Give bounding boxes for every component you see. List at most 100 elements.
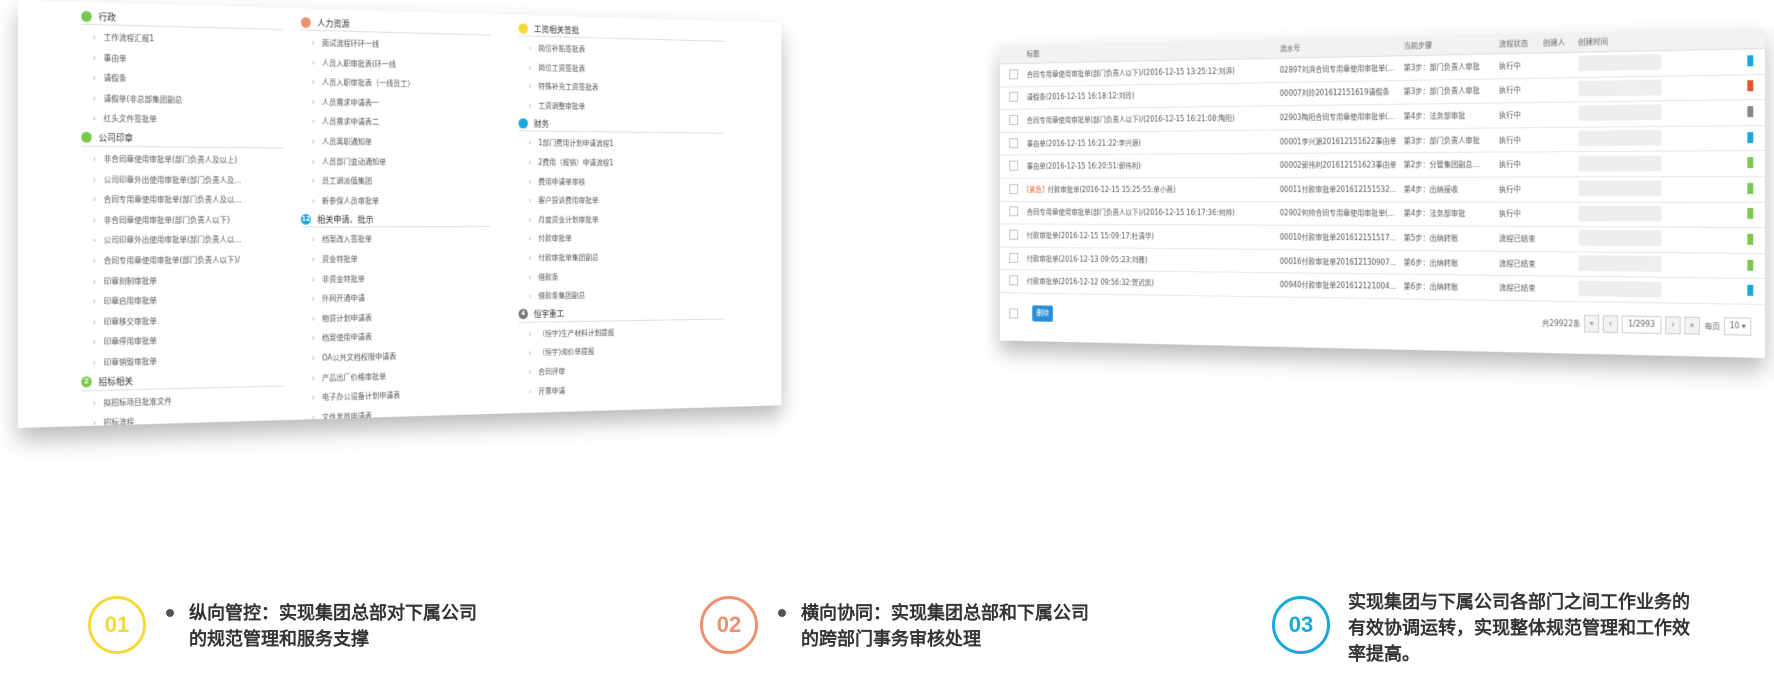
menu-item[interactable]: › 非合同章使用审批单(部门负责人及以上): [81, 150, 283, 172]
menu-item[interactable]: › 借款条: [519, 267, 725, 288]
row-creator-cell: [1539, 276, 1575, 302]
row-checkbox[interactable]: [1009, 160, 1019, 171]
menu-group-header[interactable]: 公司印章: [81, 129, 283, 149]
menu-item[interactable]: › 档案改入签批单: [301, 230, 490, 250]
menu-item-label: 借款条集团副总: [538, 291, 586, 301]
row-title-cell[interactable]: 付款审批单(2016-12-12 09:56:32:贺迟凯): [1023, 270, 1277, 297]
last-page-button[interactable]: »: [1684, 316, 1700, 335]
row-flag-cell: [1743, 48, 1765, 75]
menu-group-header[interactable]: 4 恒宇重工: [518, 303, 725, 323]
menu-item-label: 非合同章使用审批单(部门负责人以下): [103, 215, 230, 225]
menu-item[interactable]: › 2费用（报销）申请流程1: [519, 153, 725, 173]
menu-item[interactable]: › 外网开通申请: [301, 288, 490, 310]
row-step-cell: 第5步：出纳转账: [1400, 225, 1496, 251]
menu-item[interactable]: › 合同专用章使用审批单(部门负责人以下)/: [81, 251, 283, 272]
per-page-label: 每页: [1704, 321, 1721, 331]
chevron-right-icon: ›: [311, 58, 315, 67]
menu-item[interactable]: › 印章启用审批单: [81, 290, 283, 313]
row-checkbox[interactable]: [1009, 206, 1019, 217]
menu-item[interactable]: › 客户投诉费用审批单: [519, 192, 725, 211]
menu-item[interactable]: › 付款审批单集团副总: [519, 248, 725, 268]
row-title-cell[interactable]: 付款审批单(2016-12-15 15:09:17:杜清华): [1023, 224, 1277, 250]
menu-item[interactable]: › 费用申请单审核: [519, 173, 725, 193]
row-checkbox[interactable]: [1009, 115, 1019, 125]
chevron-right-icon: ›: [311, 373, 315, 383]
row-title-cell[interactable]: 付款审批单(2016-12-13 09:05:23:刘雅): [1023, 247, 1277, 274]
row-title-cell[interactable]: 合同专用章使用审批单(部门负责人以下)/(2016-12-15 16:17:36…: [1023, 201, 1277, 226]
row-checkbox[interactable]: [1009, 252, 1019, 263]
menu-item[interactable]: › 人员需求申请表一: [301, 93, 490, 116]
menu-item[interactable]: › 非资金特批单: [301, 269, 490, 290]
row-creator-cell: [1539, 251, 1575, 277]
delete-button[interactable]: 删除: [1032, 305, 1053, 322]
menu-group-header[interactable]: 12 相关申请、批示: [300, 211, 491, 228]
row-title-cell[interactable]: [紧急] 付款审批单(2016-12-15 15:25:55:单小燕): [1023, 177, 1277, 202]
menu-item[interactable]: › 月度资金计划审批单: [519, 211, 725, 230]
table-row[interactable]: 事由单(2016-12-15 16:20:51:郭伟利) 00002郭伟利2016…: [999, 150, 1765, 179]
menu-item-label: 借款条: [538, 272, 559, 282]
row-step-cell: 第4步：法务部审批: [1400, 103, 1496, 129]
menu-item[interactable]: › 付款审批单: [519, 230, 725, 250]
menu-item[interactable]: › 工资调整审批单: [519, 97, 725, 119]
chevron-right-icon: ›: [92, 73, 96, 83]
menu-item[interactable]: › 员工调派值集团: [301, 172, 490, 192]
row-step-cell: 第4步：出纳接收: [1400, 177, 1496, 202]
row-checkbox[interactable]: [1009, 137, 1019, 148]
row-select-cell: [999, 178, 1024, 202]
row-select-cell: [999, 201, 1024, 225]
menu-item[interactable]: › 公司印章外出使用审批单(部门负责人及...: [81, 170, 283, 191]
menu-item[interactable]: › 公司印章外出使用审批单(部门负责人以...: [81, 231, 283, 252]
menu-group-header[interactable]: 工资相关签批: [518, 20, 725, 42]
row-status-cell: 执行中: [1495, 53, 1540, 79]
row-checkbox[interactable]: [1009, 275, 1019, 286]
menu-group-header[interactable]: 人力资源: [300, 14, 491, 36]
prev-page-button[interactable]: ‹: [1602, 315, 1618, 334]
row-status-cell: 流程已结束: [1495, 250, 1540, 277]
next-page-button[interactable]: ›: [1665, 316, 1681, 335]
menu-item[interactable]: › 资金特批单: [301, 249, 490, 270]
row-title: 合同专用章使用审批单(部门负责人以下)/(2016-12-15 16:17:36…: [1026, 208, 1235, 218]
menu-item-label: 人员离职通知单: [321, 137, 372, 147]
menu-item[interactable]: › 非合同章使用审批单(部门负责人以下): [81, 211, 283, 231]
row-flag-cell: [1743, 278, 1765, 305]
menu-item-label: 人员需求申请表一: [321, 97, 380, 108]
row-title-cell[interactable]: 合同专用章使用审批单(部门负责人以下)/(2016-12-15 16:21:08…: [1023, 106, 1277, 133]
row-created-time-cell: [1574, 226, 1744, 254]
redacted-value: [1578, 79, 1662, 97]
row-title-cell[interactable]: 事由单(2016-12-15 16:21:22:李兴源): [1023, 129, 1277, 156]
menu-item[interactable]: › 合同专用章使用审批单(部门负责人及以...: [81, 190, 283, 211]
menu-item[interactable]: › 人员部门变动通知单: [301, 152, 490, 173]
row-title-cell[interactable]: 请假条(2016-12-15 16:18:12:刘玲): [1023, 82, 1277, 110]
menu-group-header[interactable]: 行政: [81, 7, 283, 31]
row-flag-cell: [1743, 125, 1765, 152]
menu-group-title: 人力资源: [317, 18, 350, 30]
row-step-cell: 第2步：分管集团副总...: [1400, 152, 1496, 178]
select-all-checkbox[interactable]: [1009, 308, 1019, 319]
page-number-field[interactable]: 1/2993: [1621, 315, 1662, 334]
menu-item-label: 公司印章外出使用审批单(部门负责人以...: [103, 235, 242, 245]
row-title: 合同专用章使用审批单(部门负责人以下)/(2016-12-15 16:21:08…: [1026, 114, 1235, 125]
chevron-right-icon: ›: [311, 353, 315, 363]
row-status-cell: 执行中: [1495, 102, 1540, 128]
menu-item[interactable]: › 人员需求申请表二: [301, 113, 490, 135]
row-creator-cell: [1539, 77, 1575, 103]
row-checkbox[interactable]: [1009, 229, 1019, 240]
menu-item[interactable]: › 1部门费用计划申请流程1: [519, 134, 725, 155]
row-flag-cell: [1743, 227, 1765, 254]
per-page-select[interactable]: 10 ▾: [1724, 317, 1752, 336]
row-checkbox[interactable]: [1009, 183, 1019, 194]
menu-item-label: 资金特批单: [321, 254, 358, 264]
row-title-cell[interactable]: 事由单(2016-12-15 16:20:51:郭伟利): [1023, 153, 1277, 179]
row-checkbox[interactable]: [1009, 92, 1019, 103]
chevron-right-icon: ›: [311, 294, 315, 304]
workflow-table: 标题 流水号 当前步骤 流程状态 创建人 创建时间 合同专用章使用审批单(部门负…: [999, 28, 1765, 305]
group-badge-icon: [81, 10, 92, 22]
table-row[interactable]: [紧急] 付款审批单(2016-12-15 15:25:55:单小燕) 00011付…: [999, 176, 1765, 203]
menu-item[interactable]: › 印章刻制审批单: [81, 270, 283, 292]
row-checkbox[interactable]: [1009, 69, 1019, 80]
menu-group-header[interactable]: 财务: [518, 115, 725, 135]
first-page-button[interactable]: «: [1584, 314, 1600, 333]
menu-item[interactable]: › 新参保人员审批单: [301, 192, 490, 212]
menu-item[interactable]: › 红头文件签批单: [81, 109, 283, 132]
menu-item[interactable]: › 人员离职通知单: [301, 132, 490, 153]
